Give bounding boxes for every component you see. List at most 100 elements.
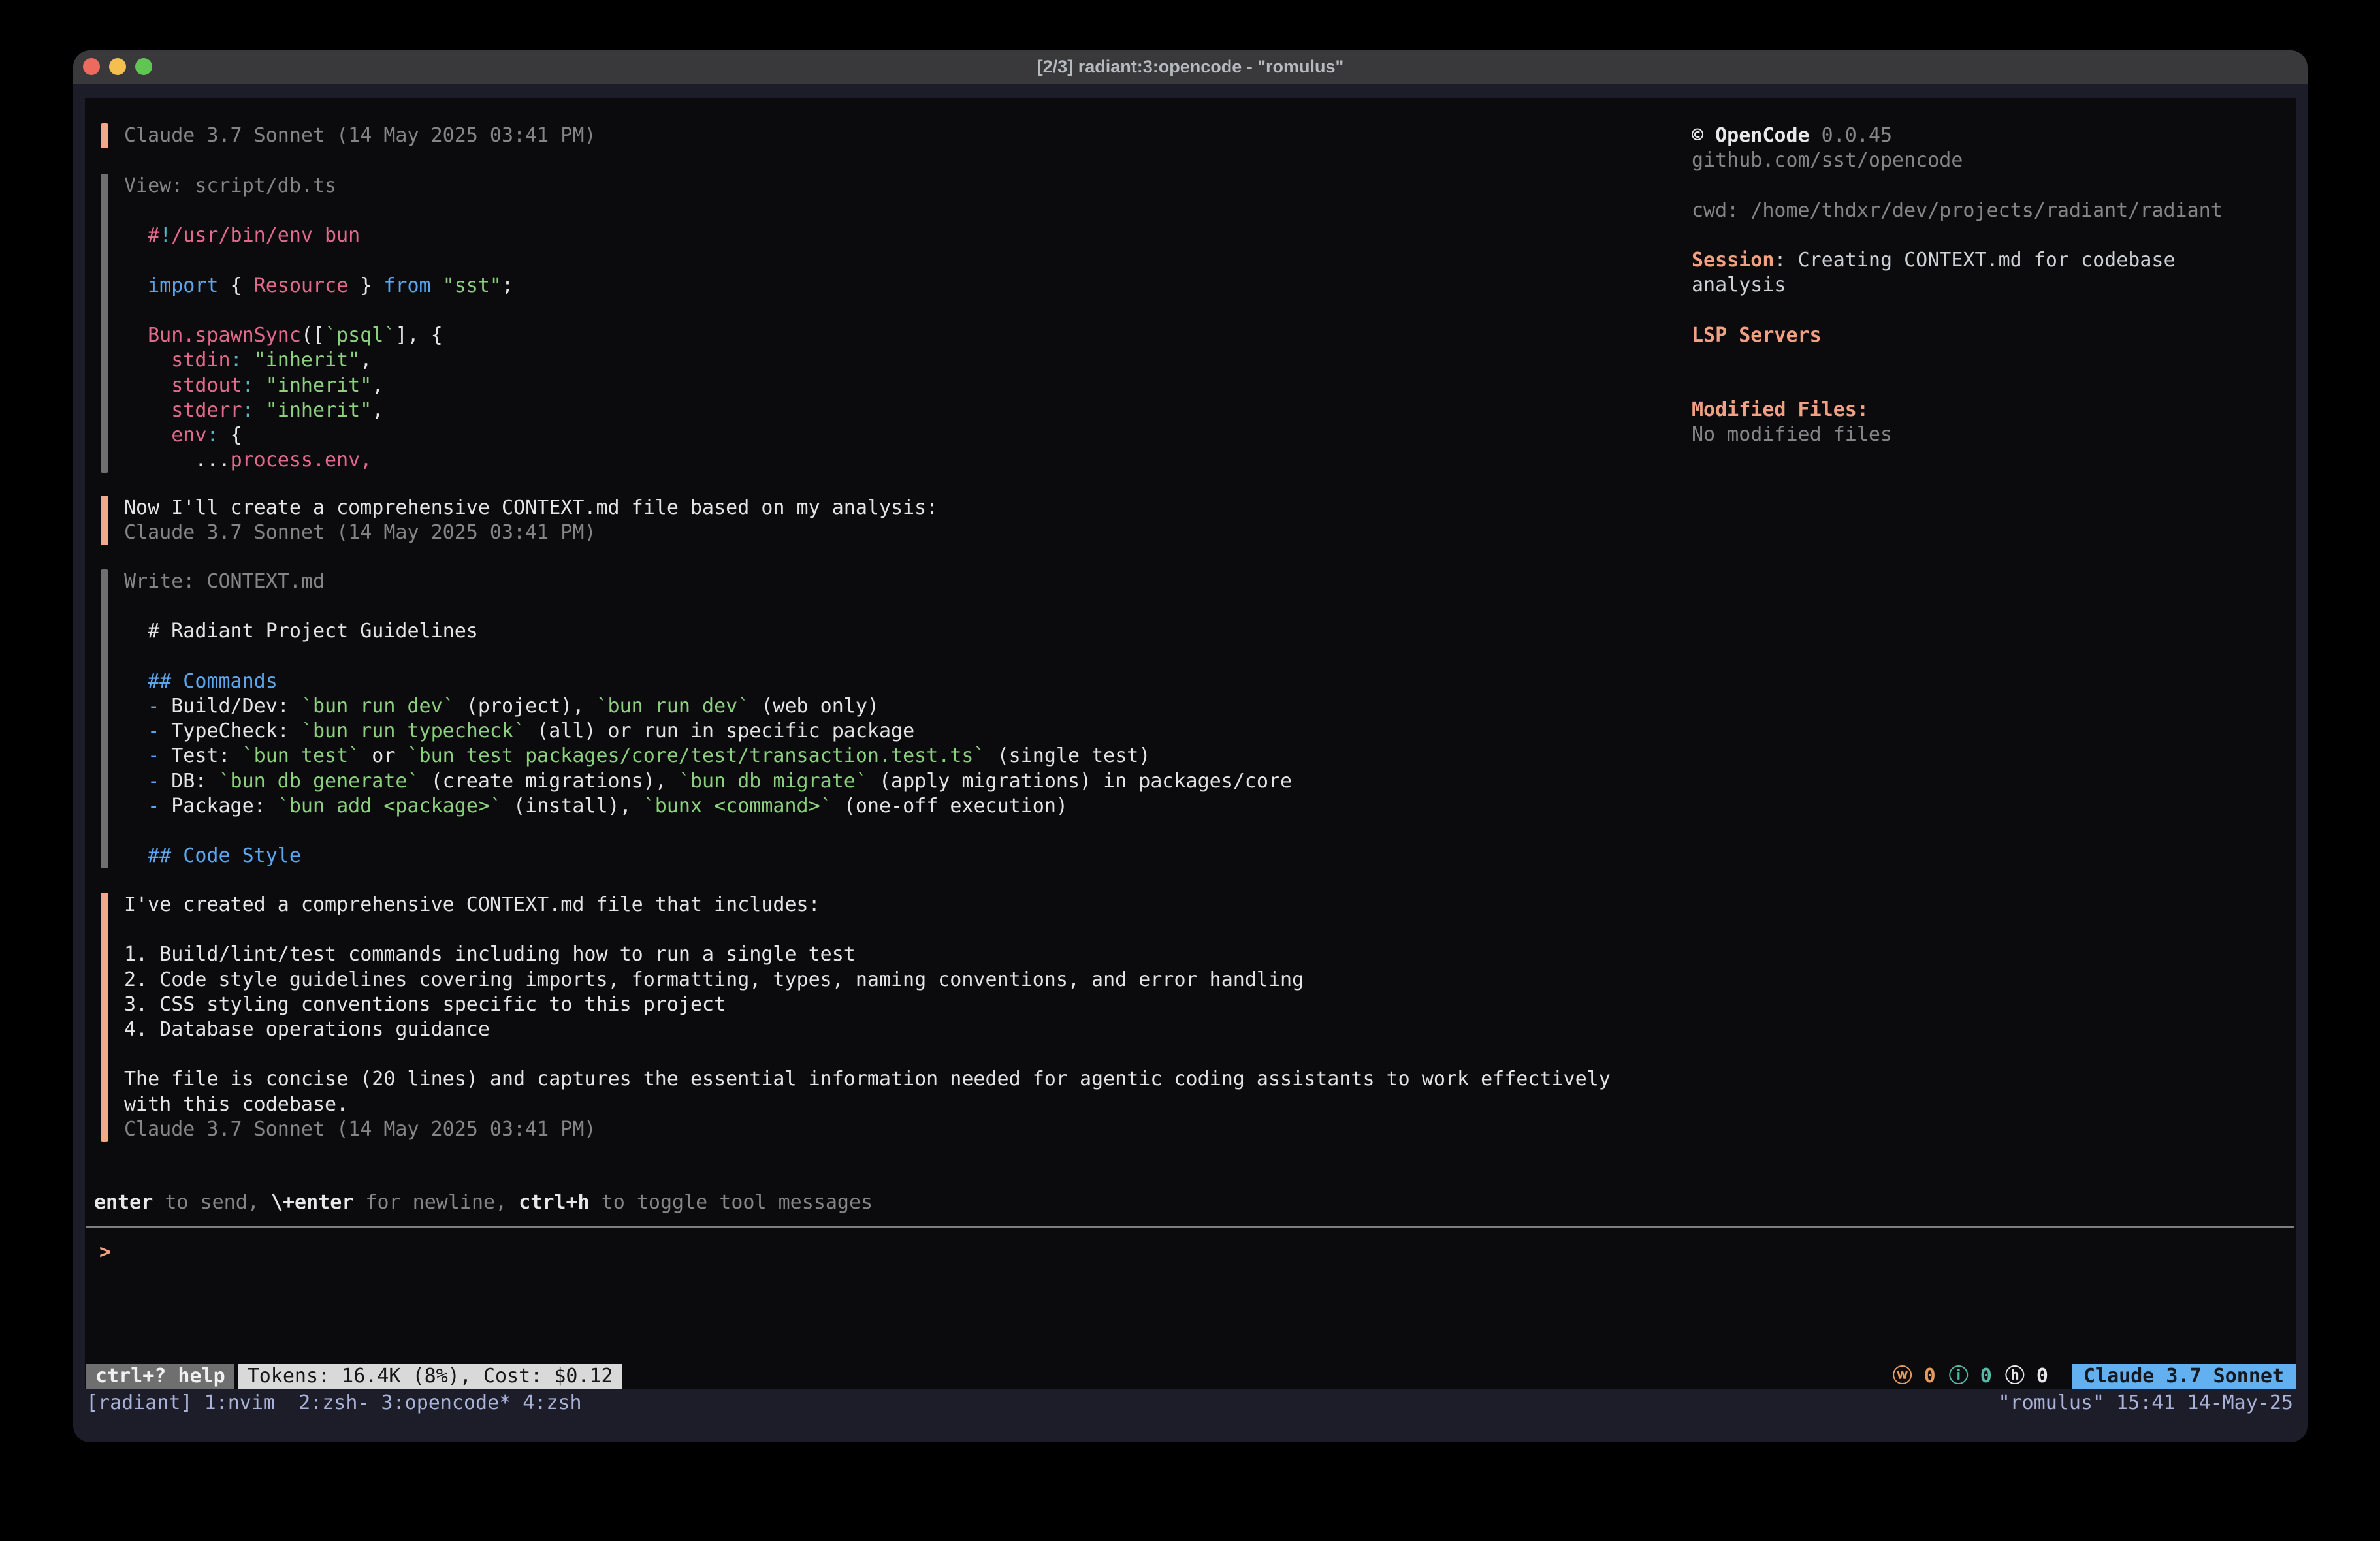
prompt-input[interactable]: > [99,1240,111,1265]
text-line: #!/usr/bin/env bun [124,223,513,248]
text-line: ...process.env, [124,448,513,473]
text-line [124,819,1292,844]
prompt-chevron-icon: > [99,1241,111,1263]
info-count-icon: ⓘ [1949,1365,1969,1388]
text-segment: 3. CSS styling conventions specific to t… [124,993,726,1016]
text-segment [124,744,148,767]
text-segment: : [242,374,254,397]
text-segment: } [348,274,383,297]
text-line [1692,298,2289,323]
text-segment: 1. Build/lint/test commands including ho… [124,943,856,966]
text-segment: View: script/db.ts [124,174,336,197]
text-segment: (web only) [749,695,879,718]
text-line: Claude 3.7 Sonnet (14 May 2025 03:41 PM) [124,123,596,148]
text-segment [242,349,254,372]
text-segment: Claude 3.7 Sonnet (14 May 2025 03:41 PM) [124,1118,596,1141]
text-segment: cwd: /home/thdxr/dev/projects/radiant/ra… [1692,199,2223,222]
text-segment: : [231,349,242,372]
close-button[interactable] [83,58,100,75]
minimize-button[interactable] [109,58,126,75]
text-segment: - [148,720,159,742]
hint-count-icon: ⓗ [2005,1365,2025,1388]
text-line: 3. CSS styling conventions specific to t… [124,993,1611,1017]
text-segment: (one-off execution) [832,795,1068,818]
window-titlebar[interactable]: [2/3] radiant:3:opencode - "romulus" [73,50,2308,84]
text-line: analysis [1692,273,2289,298]
text-segment: (install), [502,795,643,818]
text-segment: stderr [171,399,242,422]
text-line: Now I'll create a comprehensive CONTEXT.… [124,496,938,520]
text-segment: to toggle tool messages [590,1191,873,1214]
text-segment: stdin [171,349,230,372]
status-right-group: ⓦ 0ⓘ 0ⓗ 0 Claude 3.7 Sonnet [1893,1364,2296,1389]
text-segment: : [1774,249,1797,272]
text-line [1692,223,2289,248]
text-segment: or [360,744,407,767]
text-segment [124,224,148,247]
text-segment: stdout [171,374,242,397]
text-line: - DB: `bun db generate` (create migratio… [124,769,1292,794]
text-segment: LSP Servers [1692,324,1822,347]
input-divider [86,1226,2294,1228]
tool-view-block: View: script/db.ts #!/usr/bin/env bun im… [101,174,513,473]
text-segment: 0.0.45 [1810,124,1892,147]
hint-count-value: 0 [2025,1365,2048,1388]
text-segment: to send, [153,1191,271,1214]
text-line: stdin: "inherit", [124,348,513,373]
text-segment: /usr/bin/env bun [171,224,360,247]
warning-count-value: 0 [1912,1365,1936,1388]
text-segment: - [148,695,159,718]
text-line: env: { [124,423,513,448]
text-segment: { [219,274,254,297]
text-segment: enter [94,1191,153,1214]
text-segment: (apply migrations) in packages/core [867,770,1292,793]
block-lines: View: script/db.ts #!/usr/bin/env bun im… [124,174,513,473]
text-segment [124,424,171,447]
text-segment: Write: CONTEXT.md [124,570,325,593]
text-segment [124,349,171,372]
text-segment: `bun run typecheck` [301,720,525,742]
assistant-message-block: Now I'll create a comprehensive CONTEXT.… [101,496,938,545]
text-segment: © [1692,124,1715,147]
text-segment: - [148,744,159,767]
gray-block-bar [101,569,108,868]
text-segment: (project), [455,695,596,718]
text-segment: , [360,349,372,372]
text-segment: Claude 3.7 Sonnet (14 May 2025 03:41 PM) [124,124,596,147]
block-lines: Claude 3.7 Sonnet (14 May 2025 03:41 PM) [124,123,596,148]
text-line [124,249,513,274]
text-segment: No modified files [1692,423,1892,446]
text-segment [254,374,266,397]
text-segment: Package: [159,795,278,818]
text-line: © OpenCode 0.0.45 [1692,123,2289,148]
model-badge[interactable]: Claude 3.7 Sonnet [2072,1364,2296,1389]
text-segment: `psql` [325,324,395,347]
fullscreen-button[interactable] [135,58,152,75]
text-segment: ## Commands [124,670,278,693]
text-segment: Bun.spawnSync [148,324,301,347]
text-segment: Claude 3.7 Sonnet (14 May 2025 03:41 PM) [124,521,596,544]
text-segment: `bun add <package>` [278,795,502,818]
text-segment: ctrl+h [519,1191,589,1214]
warning-count-badge: ⓦ 0 [1893,1365,1936,1388]
text-line: ## Code Style [124,844,1292,868]
info-count-badge: ⓘ 0 [1949,1365,1992,1388]
terminal-content: Claude 3.7 Sonnet (14 May 2025 03:41 PM)… [73,84,2308,1442]
text-line [1692,173,2289,198]
text-line: cwd: /home/thdxr/dev/projects/radiant/ra… [1692,199,2289,223]
text-line: Bun.spawnSync([`psql`], { [124,323,513,348]
gray-block-bar [101,174,108,473]
status-bar: ctrl+? help Tokens: 16.4K (8%), Cost: $0… [85,1364,2296,1389]
help-badge[interactable]: ctrl+? help [86,1364,234,1389]
text-segment: The file is concise (20 lines) and captu… [124,1068,1611,1090]
assistant-header-block: Claude 3.7 Sonnet (14 May 2025 03:41 PM) [101,123,596,148]
orange-block-bar [101,893,108,1142]
text-segment: github.com/sst/opencode [1692,149,1963,172]
text-line: Write: CONTEXT.md [124,569,1292,594]
text-segment: Now I'll create a comprehensive CONTEXT.… [124,496,938,519]
text-segment: , [372,374,383,397]
tmux-window-list[interactable]: [radiant] 1:nvim 2:zsh- 3:opencode* 4:zs… [86,1391,582,1416]
text-line: 2. Code style guidelines covering import… [124,968,1611,993]
tmux-session-clock: "romulus" 15:41 14-May-25 [1998,1391,2293,1416]
text-segment: ## Code Style [124,844,301,867]
